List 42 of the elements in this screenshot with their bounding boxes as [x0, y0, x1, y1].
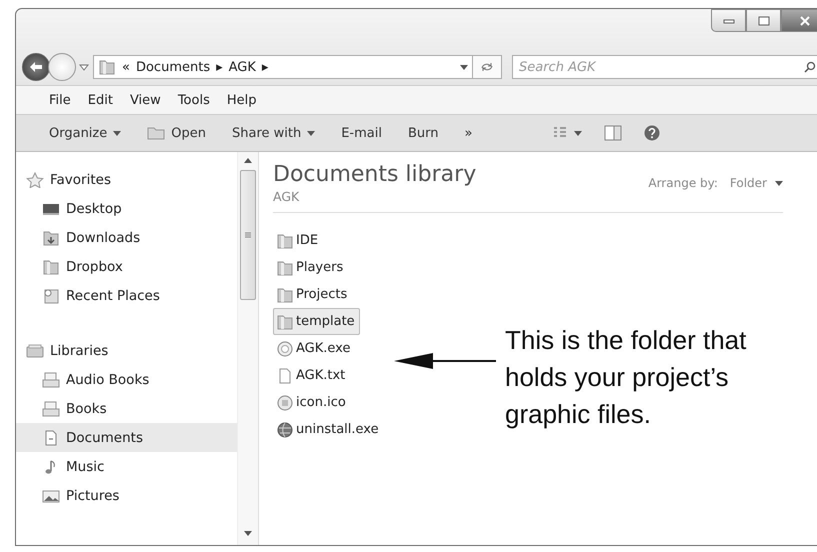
breadcrumb[interactable]: ▸: [262, 60, 268, 74]
breadcrumb[interactable]: ▸: [216, 60, 223, 74]
arrange-by-dropdown[interactable]: Folder: [730, 176, 783, 190]
nav-item[interactable]: Books: [26, 394, 237, 423]
nav-item[interactable]: Desktop: [26, 194, 237, 223]
library-title: Documents library: [273, 162, 476, 187]
arrange-by-label: Arrange by:: [648, 176, 718, 190]
list-entry[interactable]: AGK.txt: [273, 362, 350, 389]
address-bar[interactable]: « Documents ▸ AGK ▸: [93, 55, 473, 79]
search-field[interactable]: Search AGK: [512, 55, 817, 79]
list-entry[interactable]: uninstall.exe: [273, 416, 384, 443]
nav-item[interactable]: Recent Places: [26, 281, 237, 310]
nav-item[interactable]: Pictures: [26, 481, 237, 510]
list-entry[interactable]: Projects: [273, 281, 352, 308]
toolbar-button[interactable]: Share with: [232, 126, 316, 140]
breadcrumb[interactable]: Documents: [136, 60, 210, 74]
library-subtitle: AGK: [273, 189, 300, 204]
list-entry[interactable]: AGK.exe: [273, 335, 356, 362]
list-entry[interactable]: Players: [273, 254, 348, 281]
menu-item[interactable]: File: [49, 92, 71, 108]
breadcrumb[interactable]: AGK: [228, 60, 256, 74]
nav-group-label[interactable]: Favorites: [50, 172, 111, 188]
list-entry[interactable]: template: [273, 308, 360, 335]
menu-item[interactable]: Help: [226, 92, 256, 108]
list-entry[interactable]: IDE: [273, 227, 324, 254]
nav-group-label[interactable]: Libraries: [50, 342, 108, 358]
menu-item[interactable]: View: [130, 92, 161, 108]
toolbar-button[interactable]: Open: [147, 126, 206, 140]
annotation-text: This is the folder that holds your project’s graphic files.: [505, 324, 746, 431]
nav-item[interactable]: Downloads: [26, 223, 237, 252]
toolbar-button[interactable]: »: [464, 126, 472, 140]
menu-item[interactable]: Tools: [178, 92, 210, 108]
nav-item[interactable]: Music: [26, 452, 237, 481]
toolbar-button[interactable]: Burn: [408, 126, 438, 140]
menu-item[interactable]: Edit: [88, 92, 113, 108]
toolbar-button[interactable]: E-mail: [341, 126, 382, 140]
breadcrumb[interactable]: «: [122, 60, 130, 74]
nav-item[interactable]: Documents: [16, 423, 237, 452]
nav-item[interactable]: Dropbox: [26, 252, 237, 281]
list-entry[interactable]: icon.ico: [273, 389, 351, 416]
toolbar-button[interactable]: Organize: [49, 126, 122, 140]
nav-item[interactable]: Audio Books: [26, 365, 237, 394]
